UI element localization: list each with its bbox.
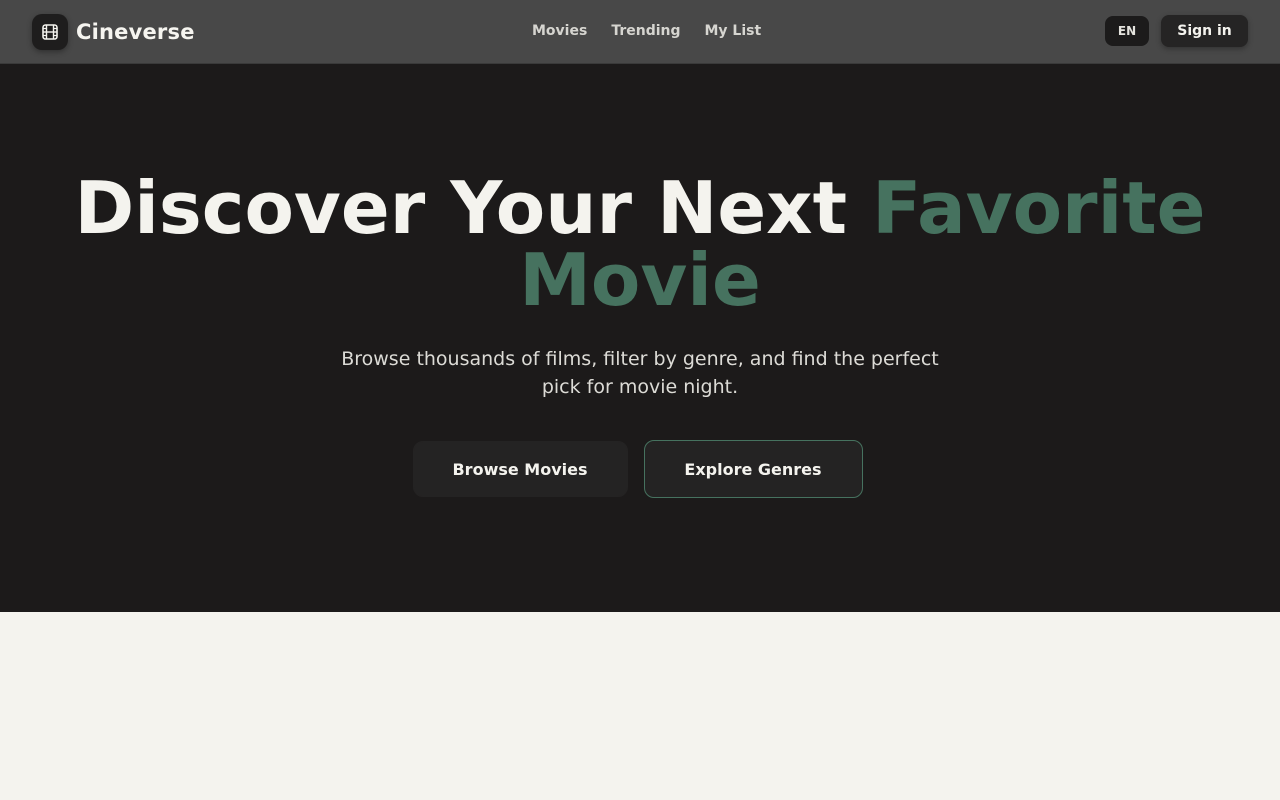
sign-in-button[interactable]: Sign in [1161, 15, 1248, 47]
hero-subtitle: Browse thousands of films, filter by gen… [341, 348, 939, 398]
nav-link-movies[interactable]: Movies [532, 23, 587, 39]
hero-actions: Browse Movies Explore Genres [0, 440, 1280, 498]
browse-movies-button[interactable]: Browse Movies [412, 441, 628, 497]
language-button[interactable]: EN [1105, 16, 1149, 46]
site-header: Cineverse Movies Trending My List EN Sig… [0, 0, 1280, 64]
film-icon [32, 13, 68, 50]
content-section [0, 612, 1280, 800]
hero-section: Discover Your Next Favorite Movie Browse… [0, 64, 1280, 612]
nav-link-my-list[interactable]: My List [705, 23, 762, 39]
hero-title: Discover Your Next Favorite Movie [0, 172, 1280, 316]
nav-link-trending[interactable]: Trending [611, 23, 680, 39]
header-actions: EN Sign in [1105, 0, 1248, 64]
explore-genres-button[interactable]: Explore Genres [643, 440, 863, 498]
brand-link[interactable]: Cineverse [32, 13, 195, 50]
brand-name: Cineverse [76, 19, 195, 44]
main-nav: Movies Trending My List [532, 0, 761, 64]
